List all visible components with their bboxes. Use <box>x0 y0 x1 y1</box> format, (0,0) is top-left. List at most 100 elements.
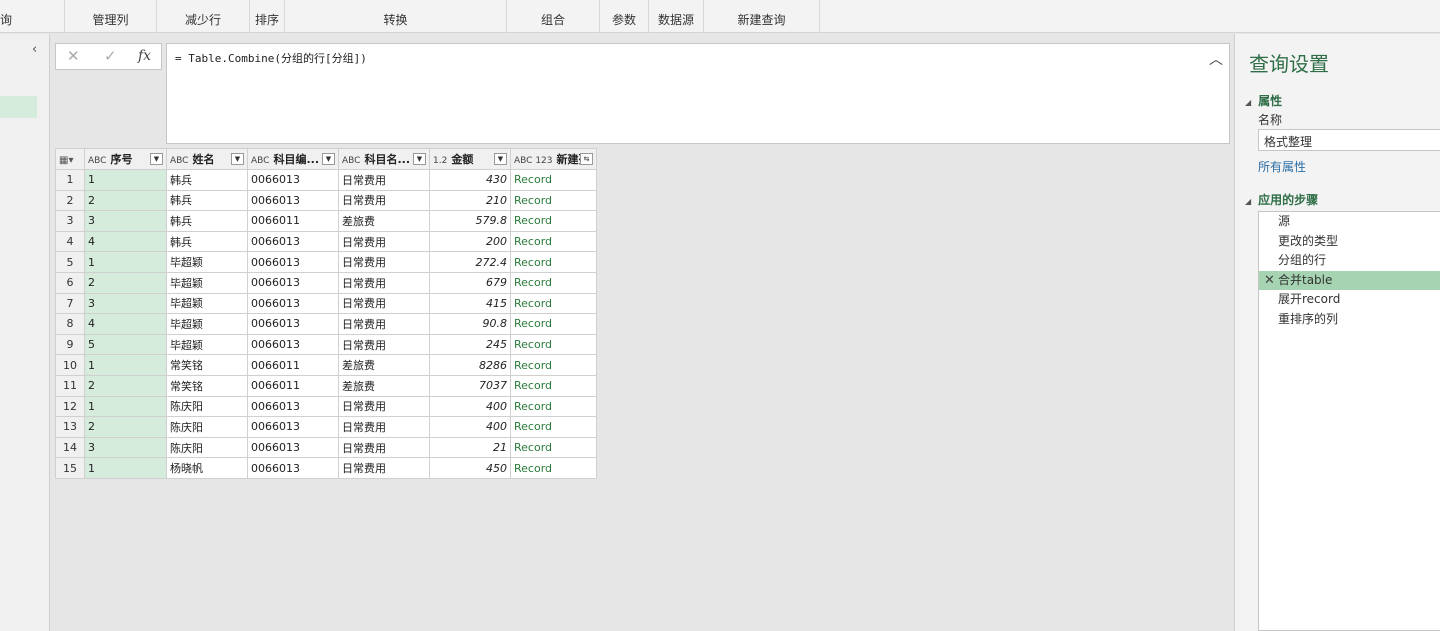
cell-seq[interactable]: 2 <box>84 189 167 212</box>
column-header-subject-name[interactable]: ABC 科目名... ▼ <box>338 148 430 170</box>
cell-amount[interactable]: 272.4 <box>429 251 511 273</box>
table-row[interactable]: 10 1 常笑铭 0066011 差旅费 8286 Record <box>55 354 597 376</box>
table-row[interactable]: 8 4 毕超颖 0066013 日常费用 90.8 Record <box>55 313 597 335</box>
cell-subject-code[interactable]: 0066011 <box>247 210 339 232</box>
cell-seq[interactable]: 1 <box>84 169 167 191</box>
cell-subject-name[interactable]: 日常费用 <box>338 436 430 459</box>
chevron-up-icon[interactable]: ︿ <box>1209 49 1223 69</box>
table-row[interactable]: 5 1 毕超颖 0066013 日常费用 272.4 Record <box>55 251 597 273</box>
cell-subject-code[interactable]: 0066013 <box>247 333 339 356</box>
cell-record[interactable]: Record <box>510 333 597 356</box>
cell-subject-code[interactable]: 0066013 <box>247 436 339 459</box>
cell-subject-code[interactable]: 0066013 <box>247 230 339 253</box>
cell-amount[interactable]: 245 <box>429 333 511 356</box>
table-row[interactable]: 1 1 韩兵 0066013 日常费用 430 Record <box>55 169 597 191</box>
ribbon-group-transform[interactable]: 转换 <box>285 0 507 33</box>
row-number[interactable]: 13 <box>55 416 85 438</box>
ribbon-group-data-sources[interactable]: 数据源 <box>649 0 704 33</box>
cell-subject-code[interactable]: 0066013 <box>247 395 339 418</box>
fx-icon[interactable]: fx <box>138 48 151 64</box>
cell-subject-name[interactable]: 差旅费 <box>338 354 430 376</box>
table-row[interactable]: 9 5 毕超颖 0066013 日常费用 245 Record <box>55 333 597 356</box>
cell-amount[interactable]: 90.8 <box>429 313 511 335</box>
table-row[interactable]: 7 3 毕超颖 0066013 日常费用 415 Record <box>55 292 597 315</box>
query-name-input[interactable]: 格式整理 <box>1258 129 1440 151</box>
collapse-triangle-icon[interactable]: ◢ <box>1245 98 1251 107</box>
cell-seq[interactable]: 1 <box>84 457 167 479</box>
confirm-icon[interactable]: ✓ <box>104 47 117 65</box>
cell-amount[interactable]: 679 <box>429 271 511 294</box>
ribbon-group-combine[interactable]: 组合 <box>507 0 600 33</box>
row-number[interactable]: 4 <box>55 230 85 253</box>
cell-name[interactable]: 陈庆阳 <box>166 395 248 418</box>
properties-section[interactable]: ◢ 属性 <box>1245 92 1282 109</box>
table-row[interactable]: 2 2 韩兵 0066013 日常费用 210 Record <box>55 189 597 212</box>
cell-seq[interactable]: 2 <box>84 271 167 294</box>
expand-column-icon[interactable]: ⇆ <box>580 153 593 165</box>
cell-subject-name[interactable]: 日常费用 <box>338 313 430 335</box>
cell-record[interactable]: Record <box>510 416 597 438</box>
row-number[interactable]: 14 <box>55 436 85 459</box>
cell-name[interactable]: 毕超颖 <box>166 292 248 315</box>
cancel-icon[interactable]: ✕ <box>67 47 80 65</box>
ribbon-group-sort[interactable]: 排序 <box>250 0 285 33</box>
delete-step-icon[interactable]: ✕ <box>1264 271 1275 291</box>
cell-name[interactable]: 韩兵 <box>166 189 248 212</box>
table-row[interactable]: 12 1 陈庆阳 0066013 日常费用 400 Record <box>55 395 597 418</box>
filter-dropdown-icon[interactable]: ▼ <box>231 153 244 165</box>
type-icon[interactable]: ABC <box>251 156 269 166</box>
cell-record[interactable]: Record <box>510 230 597 253</box>
applied-step[interactable]: 重排序的列 <box>1259 310 1440 330</box>
type-icon[interactable]: ABC <box>170 156 188 166</box>
cell-subject-name[interactable]: 日常费用 <box>338 189 430 212</box>
cell-record[interactable]: Record <box>510 271 597 294</box>
cell-record[interactable]: Record <box>510 210 597 232</box>
cell-subject-name[interactable]: 日常费用 <box>338 169 430 191</box>
table-menu-icon[interactable]: ▦▾ <box>55 148 85 170</box>
cell-name[interactable]: 杨晓帆 <box>166 457 248 479</box>
applied-steps-section[interactable]: ◢ 应用的步骤 <box>1245 191 1318 208</box>
cell-subject-code[interactable]: 0066013 <box>247 271 339 294</box>
collapse-triangle-icon[interactable]: ◢ <box>1245 197 1251 206</box>
applied-step[interactable]: 源 <box>1259 212 1440 232</box>
filter-dropdown-icon[interactable]: ▼ <box>413 153 426 165</box>
cell-amount[interactable]: 430 <box>429 169 511 191</box>
formula-text[interactable]: = Table.Combine(分组的行[分组]) <box>175 50 367 66</box>
table-row[interactable]: 11 2 常笑铭 0066011 差旅费 7037 Record <box>55 374 597 397</box>
cell-seq[interactable]: 1 <box>84 251 167 273</box>
cell-seq[interactable]: 1 <box>84 354 167 376</box>
row-number[interactable]: 10 <box>55 354 85 376</box>
column-header-name[interactable]: ABC 姓名 ▼ <box>166 148 248 170</box>
table-row[interactable]: 13 2 陈庆阳 0066013 日常费用 400 Record <box>55 416 597 438</box>
row-number[interactable]: 5 <box>55 251 85 273</box>
type-icon[interactable]: 1.2 <box>433 156 447 166</box>
cell-record[interactable]: Record <box>510 189 597 212</box>
cell-subject-code[interactable]: 0066013 <box>247 292 339 315</box>
cell-name[interactable]: 陈庆阳 <box>166 436 248 459</box>
cell-amount[interactable]: 21 <box>429 436 511 459</box>
row-number[interactable]: 3 <box>55 210 85 232</box>
row-number[interactable]: 9 <box>55 333 85 356</box>
cell-subject-code[interactable]: 0066013 <box>247 251 339 273</box>
table-row[interactable]: 6 2 毕超颖 0066013 日常费用 679 Record <box>55 271 597 294</box>
column-header-new-column[interactable]: ABC 123 新建列 ⇆ <box>510 148 597 170</box>
cell-subject-code[interactable]: 0066013 <box>247 457 339 479</box>
applied-step[interactable]: ✕ 合并table <box>1259 270 1440 291</box>
cell-subject-code[interactable]: 0066013 <box>247 416 339 438</box>
row-number[interactable]: 7 <box>55 292 85 315</box>
cell-seq[interactable]: 5 <box>84 333 167 356</box>
cell-subject-name[interactable]: 日常费用 <box>338 271 430 294</box>
cell-amount[interactable]: 200 <box>429 230 511 253</box>
ribbon-group-reduce-rows[interactable]: 减少行 <box>157 0 250 33</box>
cell-subject-name[interactable]: 日常费用 <box>338 292 430 315</box>
cell-record[interactable]: Record <box>510 457 597 479</box>
cell-seq[interactable]: 3 <box>84 210 167 232</box>
ribbon-group-new-query[interactable]: 新建查询 <box>704 0 820 33</box>
collapse-pane-icon[interactable]: ‹ <box>32 42 37 57</box>
cell-subject-name[interactable]: 日常费用 <box>338 416 430 438</box>
selected-query-item[interactable] <box>0 96 37 118</box>
cell-subject-code[interactable]: 0066013 <box>247 313 339 335</box>
cell-subject-name[interactable]: 日常费用 <box>338 457 430 479</box>
filter-dropdown-icon[interactable]: ▼ <box>322 153 335 165</box>
type-icon[interactable]: ABC 123 <box>514 156 553 166</box>
